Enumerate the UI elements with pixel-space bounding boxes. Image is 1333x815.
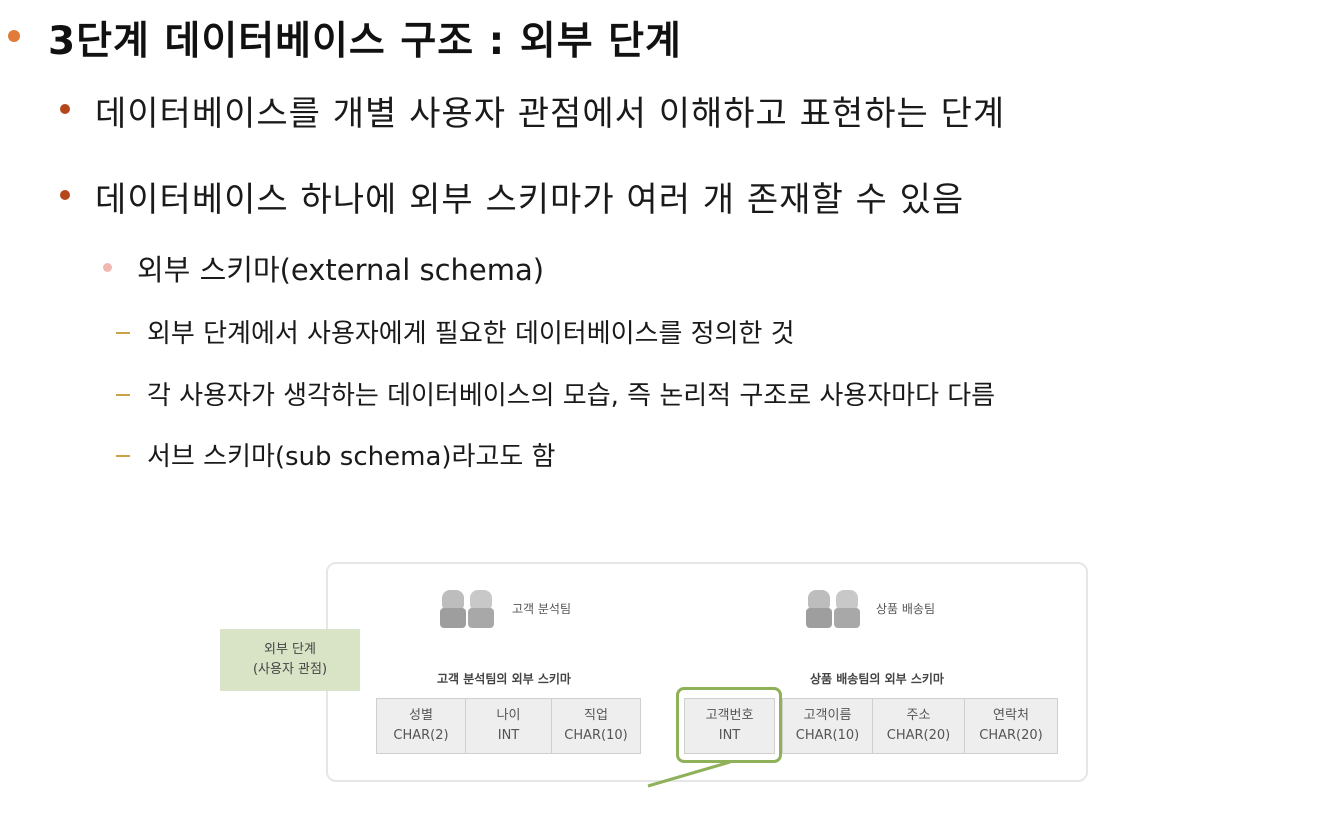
- schema-field-cell: 성별 CHAR(2): [376, 698, 466, 754]
- sub-bullet-icon: [103, 263, 112, 272]
- dash-icon: [116, 394, 130, 396]
- dash-icon: [116, 332, 130, 334]
- connector-line: [647, 760, 731, 788]
- field-name: 직업: [584, 708, 608, 723]
- schema-title-left: 고객 분석팀의 외부 스키마: [437, 672, 571, 686]
- field-name: 주소: [906, 708, 931, 723]
- dash-item-text: 각 사용자가 생각하는 데이터베이스의 모습, 즉 논리적 구조로 사용자마다 …: [147, 381, 996, 411]
- field-type: CHAR(10): [795, 728, 860, 743]
- field-type: CHAR(20): [886, 728, 951, 743]
- people-icon: [440, 590, 494, 628]
- slide: 3단계 데이터베이스 구조 : 외부 단계 데이터베이스를 개별 사용자 관점에…: [0, 0, 1333, 815]
- field-name: 고객이름: [803, 708, 852, 723]
- title-bullet-icon: [8, 30, 20, 42]
- bullet-icon: [60, 190, 70, 200]
- team-label-right: 상품 배송팀: [876, 602, 936, 616]
- slide-title: 3단계 데이터베이스 구조 : 외부 단계: [48, 19, 682, 64]
- schema-field-cell: 직업 CHAR(10): [551, 698, 641, 754]
- field-name: 연락처: [993, 708, 1029, 723]
- schema-field-cell: 고객이름 CHAR(10): [782, 698, 873, 754]
- stage-label-line: (사용자 관점): [252, 662, 328, 677]
- field-type: CHAR(20): [979, 728, 1043, 743]
- dash-item-text: 서브 스키마(sub schema)라고도 함: [147, 442, 556, 472]
- bullet-text: 데이터베이스 하나에 외부 스키마가 여러 개 존재할 수 있음: [95, 180, 965, 220]
- schema-field-cell: 연락처 CHAR(20): [964, 698, 1058, 754]
- dash-icon: [116, 455, 130, 457]
- schema-title-right: 상품 배송팀의 외부 스키마: [810, 672, 944, 686]
- dash-item-text: 외부 단계에서 사용자에게 필요한 데이터베이스를 정의한 것: [147, 319, 795, 349]
- highlight-box: [676, 687, 782, 763]
- bullet-icon: [60, 104, 70, 114]
- stage-label: 외부 단계 (사용자 관점): [220, 629, 360, 691]
- field-type: CHAR(10): [564, 728, 628, 743]
- people-icon: [806, 590, 860, 628]
- field-name: 성별: [409, 708, 433, 723]
- bullet-text: 데이터베이스를 개별 사용자 관점에서 이해하고 표현하는 단계: [95, 94, 1006, 134]
- field-type: CHAR(2): [393, 728, 449, 743]
- field-name: 나이: [496, 708, 521, 723]
- field-type: INT: [497, 728, 520, 743]
- schema-field-cell: 나이 INT: [465, 698, 552, 754]
- sub-bullet-text: 외부 스키마(external schema): [137, 253, 545, 287]
- team-label-left: 고객 분석팀: [512, 602, 572, 616]
- schema-field-cell: 주소 CHAR(20): [872, 698, 965, 754]
- stage-label-line: 외부 단계: [264, 642, 316, 657]
